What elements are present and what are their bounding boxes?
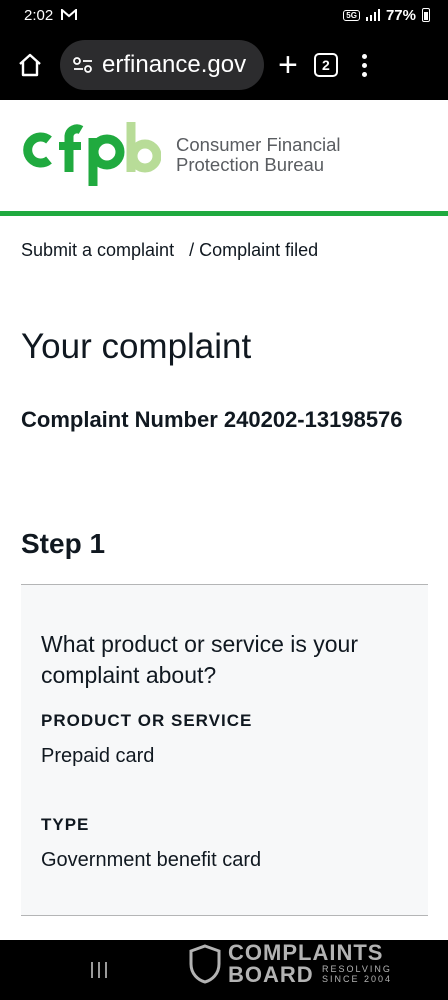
cfpb-logo[interactable]: cfpb — [19, 122, 161, 188]
logo-line2: Protection Bureau — [176, 154, 325, 175]
logo-mark-text: cfpb — [19, 122, 21, 123]
field-label-type: TYPE — [41, 815, 90, 834]
step-title: Step 1 — [21, 528, 106, 559]
browser-toolbar: erfinance.gov + 2 — [0, 30, 448, 100]
network-badge: 5G — [343, 9, 360, 21]
breadcrumb-current: Complaint filed — [199, 240, 319, 260]
field-value-type: Government benefit card — [41, 849, 262, 871]
status-time: 2:02 — [24, 6, 54, 24]
shield-logo-icon — [189, 944, 221, 984]
complaint-number: Complaint Number 240202-13198576 — [21, 407, 403, 432]
logo-wordmark: Consumer Financial Protection Bureau — [176, 135, 341, 175]
system-nav-bar: COMPLAINTS BOARD RESOLVING SINCE 2004 — [0, 940, 448, 1000]
field-value-product: Prepaid card — [41, 745, 155, 767]
url-bar[interactable]: erfinance.gov — [60, 40, 264, 90]
field-label-product: PRODUCT OR SERVICE — [41, 711, 253, 730]
step-question: What product or service is your complain… — [41, 631, 359, 688]
plus-icon[interactable]: + — [278, 48, 298, 82]
status-right: 5G 77% — [343, 7, 430, 24]
battery-percent: 77% — [385, 6, 416, 24]
watermark: COMPLAINTS BOARD RESOLVING SINCE 2004 — [186, 940, 416, 1000]
tabs-icon[interactable]: 2 — [313, 53, 338, 77]
battery-icon — [422, 8, 430, 22]
gmail-icon — [61, 9, 78, 20]
page-title: Your complaint — [21, 327, 252, 366]
home-icon[interactable] — [10, 45, 50, 85]
status-bar: 2:02 5G 77% — [0, 0, 448, 30]
status-left: 2:02 — [24, 6, 78, 24]
breadcrumb-separator: / — [189, 240, 195, 260]
step-panel: What product or service is your complain… — [21, 584, 428, 916]
menu-icon[interactable] — [361, 53, 367, 77]
url-text: erfinance.gov — [102, 51, 247, 78]
breadcrumb: Submit a complaint / Complaint filed — [21, 240, 318, 261]
recents-icon[interactable] — [91, 962, 107, 978]
watermark-tagline: RESOLVING SINCE 2004 — [322, 964, 393, 984]
logo-line1: Consumer Financial — [176, 134, 341, 155]
breadcrumb-link[interactable]: Submit a complaint — [21, 240, 174, 260]
site-settings-icon[interactable] — [72, 56, 94, 74]
site-header: cfpb Consumer Financial Protection Burea… — [0, 100, 448, 216]
signal-icon — [365, 9, 380, 21]
